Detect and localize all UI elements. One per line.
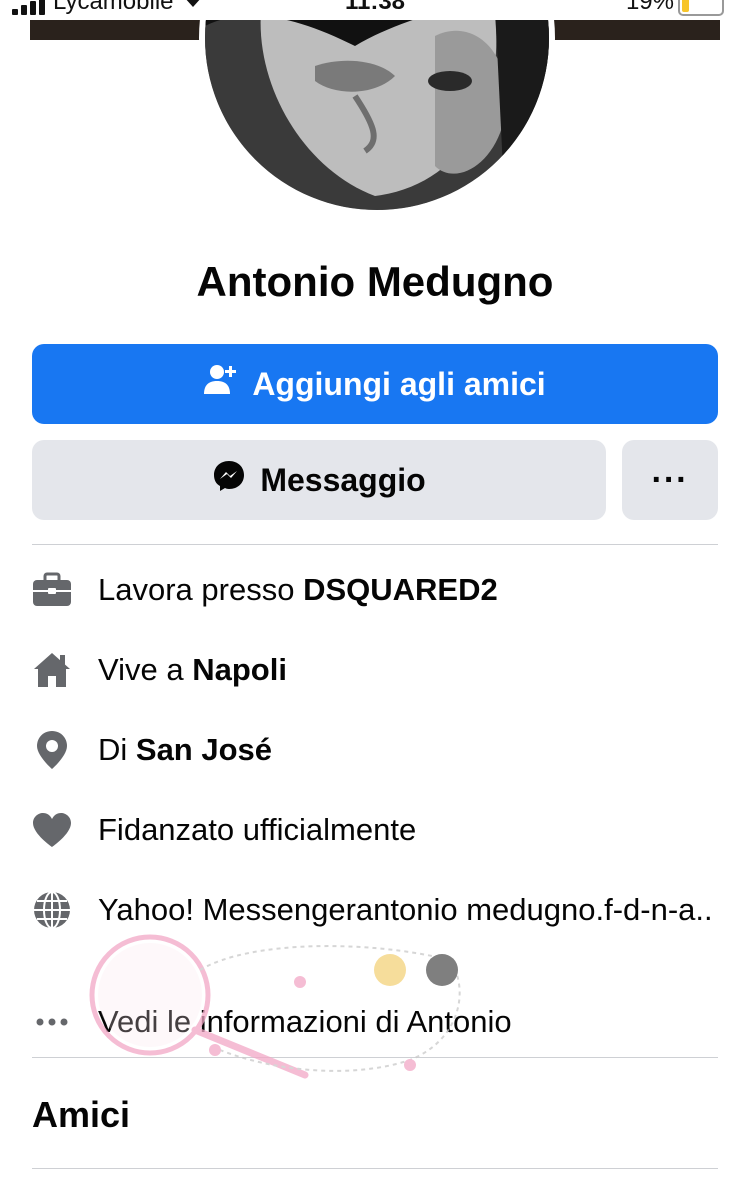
info-row-from: Di San José xyxy=(32,730,718,770)
website-text[interactable]: Yahoo! Messengerantonio medugno.f-d-n-a.… xyxy=(98,890,718,930)
globe-icon xyxy=(32,890,72,930)
divider xyxy=(32,544,718,545)
relationship-text: Fidanzato ufficialmente xyxy=(98,812,417,847)
profile-name: Antonio Medugno xyxy=(196,258,554,305)
add-friend-icon xyxy=(204,363,238,405)
divider xyxy=(32,1168,718,1169)
see-about-info-link[interactable]: Vedi le informazioni di Antonio xyxy=(32,1002,718,1042)
info-row-relationship: Fidanzato ufficialmente xyxy=(32,810,718,850)
location-pin-icon xyxy=(32,730,72,770)
info-row-website[interactable]: Yahoo! Messengerantonio medugno.f-d-n-a.… xyxy=(32,890,718,930)
more-options-button[interactable]: ··· xyxy=(622,440,718,520)
lives-text: Vive a Napoli xyxy=(98,652,287,687)
more-dots-label: ··· xyxy=(651,460,689,499)
more-dots-icon xyxy=(32,1002,72,1042)
friends-section-title: Amici xyxy=(32,1094,131,1135)
home-icon xyxy=(32,650,72,690)
battery-percent: 19% xyxy=(625,0,674,15)
info-row-work: Lavora presso DSQUARED2 xyxy=(32,570,718,610)
briefcase-icon xyxy=(32,570,72,610)
status-bar: Lycamobile 11:38 19% xyxy=(0,0,750,20)
info-row-lives: Vive a Napoli xyxy=(32,650,718,690)
see-about-info-text[interactable]: Vedi le informazioni di Antonio xyxy=(98,1002,512,1042)
add-friend-button[interactable]: Aggiungi agli amici xyxy=(32,344,718,424)
divider xyxy=(32,1057,718,1058)
from-text: Di San José xyxy=(98,732,273,767)
heart-icon xyxy=(32,810,72,850)
work-text: Lavora presso DSQUARED2 xyxy=(98,572,498,607)
profile-avatar[interactable] xyxy=(199,0,555,216)
message-label: Messaggio xyxy=(260,461,426,498)
message-button[interactable]: Messaggio xyxy=(32,440,606,520)
battery-icon xyxy=(678,0,724,16)
status-right: 19% xyxy=(626,0,724,16)
add-friend-label: Aggiungi agli amici xyxy=(252,365,546,402)
messenger-icon xyxy=(212,459,246,501)
avatar-portrait-image xyxy=(205,0,549,210)
